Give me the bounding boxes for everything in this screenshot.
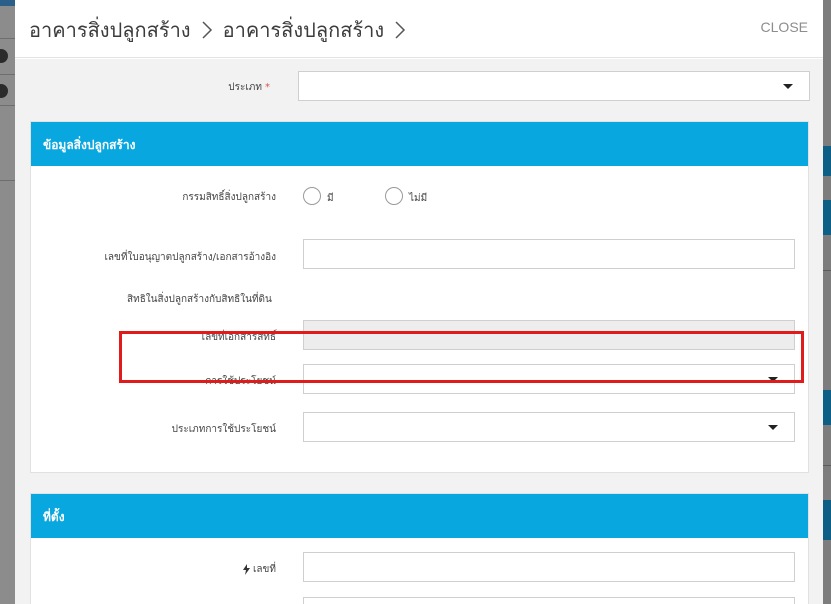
- modal-header: อาคารสิ่งปลูกสร้าง อาคารสิ่งปลูกสร้าง CL…: [15, 0, 823, 58]
- usage-select[interactable]: [303, 364, 795, 394]
- background-accent-line: [0, 0, 15, 6]
- ownership-option-label: ไม่มี: [409, 193, 428, 204]
- background-radio-dot: [0, 49, 8, 63]
- ownership-option-label: มี: [327, 193, 334, 204]
- usage-type-select[interactable]: [303, 412, 795, 442]
- chevron-right-icon: [394, 20, 406, 40]
- panel-header: ที่ตั้ง: [31, 494, 808, 538]
- background-app-right: [823, 0, 831, 604]
- next-field-input[interactable]: [303, 597, 795, 604]
- rights-heading: สิทธิในสิ่งปลูกสร้างกับสิทธิในที่ดิน: [127, 294, 272, 305]
- background-divider: [0, 38, 15, 39]
- ownership-radio-yes[interactable]: [303, 187, 321, 205]
- background-divider: [0, 74, 15, 75]
- deed-label: เลขที่เอกสารสิทธิ์: [201, 332, 276, 343]
- panel-header: ข้อมูลสิ่งปลูกสร้าง: [31, 122, 808, 166]
- background-blue-block: [823, 390, 831, 425]
- license-label: เลขที่ใบอนุญาตปลูกสร้าง/เอกสารอ้างอิง: [104, 252, 276, 263]
- panel-title: ที่ตั้ง: [43, 510, 65, 524]
- license-input[interactable]: [303, 239, 795, 269]
- deed-input: [303, 320, 795, 350]
- location-panel: ที่ตั้ง เลขที่: [30, 493, 809, 604]
- background-blue-block: [823, 500, 831, 540]
- background-divider: [0, 180, 15, 181]
- number-label: เลขที่: [181, 562, 276, 577]
- ownership-label: กรรมสิทธิ์สิ่งปลูกสร้าง: [182, 192, 276, 203]
- background-radio-dot: [0, 84, 8, 98]
- breadcrumb-item[interactable]: อาคารสิ่งปลูกสร้าง: [29, 14, 191, 46]
- breadcrumb-item[interactable]: อาคารสิ่งปลูกสร้าง: [223, 14, 385, 46]
- required-mark: *: [265, 82, 270, 93]
- building-modal: อาคารสิ่งปลูกสร้าง อาคารสิ่งปลูกสร้าง CL…: [15, 0, 823, 604]
- lightning-bolt-icon: [243, 563, 251, 575]
- panel-title: ข้อมูลสิ่งปลูกสร้าง: [43, 138, 136, 152]
- caret-down-icon: [768, 425, 778, 430]
- background-line: [823, 270, 831, 271]
- number-input[interactable]: [303, 552, 795, 582]
- building-info-panel: ข้อมูลสิ่งปลูกสร้าง กรรมสิทธิ์สิ่งปลูกสร…: [30, 121, 809, 473]
- background-blue-block: [823, 200, 831, 235]
- close-button[interactable]: CLOSE: [761, 19, 808, 35]
- usage-label: การใช้ประโยชน์: [205, 376, 276, 387]
- background-blue-block: [823, 146, 831, 176]
- caret-down-icon: [768, 377, 778, 382]
- type-select[interactable]: [298, 71, 810, 101]
- modal-body: ประเภท * ข้อมูลสิ่งปลูกสร้าง กรรมสิทธิ์สิ…: [15, 59, 823, 604]
- breadcrumb: อาคารสิ่งปลูกสร้าง อาคารสิ่งปลูกสร้าง: [29, 14, 416, 46]
- background-divider: [0, 105, 15, 106]
- usage-type-label: ประเภทการใช้ประโยชน์: [171, 424, 276, 435]
- type-label: ประเภท *: [228, 82, 270, 93]
- background-line: [823, 465, 831, 466]
- background-app-left: [0, 0, 15, 604]
- caret-down-icon: [783, 84, 793, 89]
- ownership-radio-no[interactable]: [385, 187, 403, 205]
- chevron-right-icon: [201, 20, 213, 40]
